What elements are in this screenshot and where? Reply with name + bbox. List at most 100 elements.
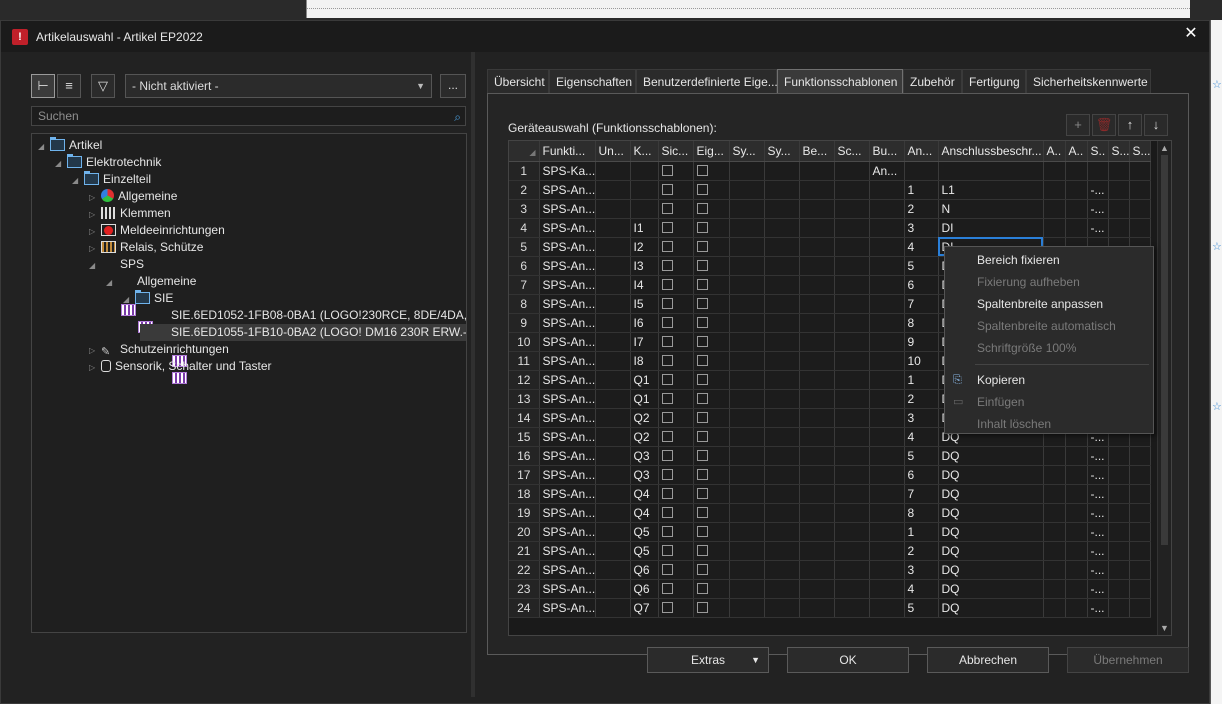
tab-3[interactable]: Funktionsschablonen [777, 69, 903, 93]
table-cell[interactable] [729, 503, 765, 523]
table-cell[interactable] [1129, 503, 1151, 523]
row-number[interactable]: 22 [509, 560, 540, 580]
table-cell[interactable] [869, 408, 905, 428]
checkbox[interactable] [661, 164, 673, 176]
table-cell[interactable]: I4 [630, 275, 659, 295]
table-cell[interactable] [799, 294, 835, 314]
checkbox[interactable] [661, 202, 673, 214]
menu-item[interactable]: Fixierung aufheben [945, 271, 1153, 293]
checkbox[interactable] [696, 354, 708, 366]
table-cell[interactable] [595, 427, 631, 447]
table-row[interactable]: 3 SPS-An... 2 N -... [509, 199, 1151, 219]
row-number[interactable]: 18 [509, 484, 540, 504]
table-cell[interactable] [799, 598, 835, 618]
table-cell[interactable] [595, 484, 631, 504]
table-cell[interactable] [834, 598, 870, 618]
table-cell[interactable] [869, 275, 905, 295]
table-cell[interactable]: I6 [630, 313, 659, 333]
table-cell[interactable] [799, 389, 835, 409]
table-row[interactable]: 4 SPS-An... I1 3 DI -... [509, 218, 1151, 238]
table-cell[interactable]: I8 [630, 351, 659, 371]
more-button[interactable]: ... [440, 74, 466, 98]
table-cell[interactable] [693, 408, 730, 428]
tab-6[interactable]: Sicherheitskennwerte [1026, 69, 1151, 93]
table-cell[interactable] [595, 560, 631, 580]
table-cell[interactable]: Q4 [630, 503, 659, 523]
menu-item[interactable]: ⎘ Kopieren [945, 369, 1153, 391]
table-row[interactable]: 17 SPS-An... Q3 6 DQ -... [509, 465, 1151, 485]
expand-toggle-icon[interactable]: ◢ [55, 155, 67, 172]
table-cell[interactable]: DQ [938, 503, 1044, 523]
extras-button[interactable]: Extras ▼ [647, 647, 769, 673]
checkbox[interactable] [661, 259, 673, 271]
table-cell[interactable]: SPS-An... [539, 237, 596, 257]
table-cell[interactable] [834, 389, 870, 409]
row-number[interactable]: 6 [509, 256, 540, 276]
table-cell[interactable]: -... [1087, 446, 1109, 466]
table-cell[interactable]: 2 [904, 541, 939, 561]
table-cell[interactable] [869, 465, 905, 485]
table-cell[interactable] [630, 180, 659, 200]
row-number[interactable]: 19 [509, 503, 540, 523]
table-cell[interactable] [799, 313, 835, 333]
table-cell[interactable]: SPS-An... [539, 294, 596, 314]
table-cell[interactable] [799, 180, 835, 200]
table-cell[interactable] [799, 503, 835, 523]
table-cell[interactable] [799, 484, 835, 504]
table-cell[interactable] [869, 351, 905, 371]
table-cell[interactable]: 2 [904, 389, 939, 409]
table-cell[interactable] [1065, 503, 1088, 523]
table-cell[interactable] [1043, 598, 1066, 618]
table-cell[interactable] [869, 294, 905, 314]
table-cell[interactable]: Q3 [630, 465, 659, 485]
list-view-icon[interactable]: ≡ [57, 74, 81, 98]
column-header[interactable]: Sy... [729, 141, 765, 162]
table-cell[interactable]: Q6 [630, 579, 659, 599]
row-number[interactable]: 3 [509, 199, 540, 219]
expand-toggle-icon[interactable]: ▷ [89, 189, 101, 206]
table-cell[interactable] [1065, 522, 1088, 542]
table-cell[interactable] [693, 313, 730, 333]
table-cell[interactable]: 5 [904, 598, 939, 618]
column-header[interactable]: A.. [1043, 141, 1066, 162]
table-cell[interactable] [869, 313, 905, 333]
filter-icon[interactable]: ▽ [91, 74, 115, 98]
table-cell[interactable]: SPS-An... [539, 389, 596, 409]
checkbox[interactable] [696, 582, 708, 594]
table-cell[interactable]: -... [1087, 522, 1109, 542]
table-cell[interactable] [764, 541, 800, 561]
scroll-up-icon[interactable]: ▲ [1160, 143, 1169, 153]
table-cell[interactable] [729, 446, 765, 466]
table-cell[interactable] [834, 275, 870, 295]
table-cell[interactable] [595, 446, 631, 466]
table-cell[interactable]: 4 [904, 237, 939, 257]
table-cell[interactable]: -... [1087, 541, 1109, 561]
table-cell[interactable]: SPS-An... [539, 313, 596, 333]
table-cell[interactable] [693, 560, 730, 580]
table-cell[interactable]: 5 [904, 446, 939, 466]
table-cell[interactable] [658, 560, 694, 580]
table-cell[interactable] [658, 408, 694, 428]
table-cell[interactable] [869, 389, 905, 409]
table-cell[interactable]: SPS-An... [539, 275, 596, 295]
table-row[interactable]: 21 SPS-An... Q5 2 DQ -... [509, 541, 1151, 561]
row-number[interactable]: 10 [509, 332, 540, 352]
row-number[interactable]: 8 [509, 294, 540, 314]
table-cell[interactable] [1043, 180, 1066, 200]
table-cell[interactable] [869, 237, 905, 257]
table-cell[interactable] [729, 427, 765, 447]
table-cell[interactable] [764, 389, 800, 409]
table-cell[interactable]: SPS-An... [539, 560, 596, 580]
table-cell[interactable] [693, 579, 730, 599]
delete-row-icon[interactable]: 🗑 [1092, 114, 1116, 136]
table-row[interactable]: 24 SPS-An... Q7 5 DQ -... [509, 598, 1151, 618]
table-cell[interactable] [729, 218, 765, 238]
table-cell[interactable] [869, 541, 905, 561]
checkbox[interactable] [661, 297, 673, 309]
row-number[interactable]: 24 [509, 598, 540, 618]
table-cell[interactable]: Q2 [630, 408, 659, 428]
expand-toggle-icon[interactable]: ▷ [89, 240, 101, 257]
checkbox[interactable] [696, 221, 708, 233]
checkbox[interactable] [696, 297, 708, 309]
table-cell[interactable] [799, 579, 835, 599]
